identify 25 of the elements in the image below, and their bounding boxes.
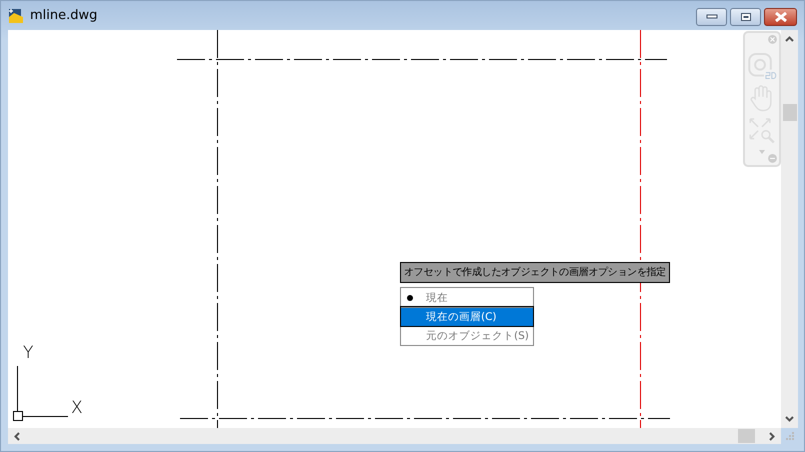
dropdown-arrow-icon[interactable]	[759, 150, 765, 154]
maximize-button[interactable]	[730, 8, 761, 26]
axis-label: Y	[23, 344, 34, 362]
maximize-icon	[740, 12, 752, 22]
scroll-right-icon[interactable]	[769, 432, 775, 440]
app-icon	[8, 8, 24, 24]
close-icon	[774, 12, 788, 22]
scroll-thumb[interactable]	[782, 104, 796, 121]
window-title: mline.dwg	[30, 8, 98, 23]
horizontal-scrollbar[interactable]	[8, 428, 781, 444]
minimize-icon[interactable]	[768, 154, 777, 163]
close-button[interactable]	[764, 8, 797, 26]
minimize-icon	[706, 14, 718, 20]
resize-grip-icon[interactable]	[786, 432, 794, 440]
menu-item[interactable]: 現在の画層(C)	[401, 307, 533, 326]
tooltip: オフセットで作成したオブジェクトの画層オプションを指定	[400, 262, 670, 283]
scroll-thumb[interactable]	[738, 429, 755, 443]
axis-label: X	[71, 399, 83, 417]
minimize-button[interactable]	[696, 8, 727, 26]
ucs-axes-drawing	[13, 366, 68, 421]
scroll-down-icon[interactable]	[785, 416, 794, 422]
vertical-scrollbar[interactable]	[781, 30, 798, 428]
scroll-left-icon[interactable]	[14, 432, 20, 440]
scroll-up-icon[interactable]	[785, 36, 794, 42]
close-icon[interactable]	[768, 35, 777, 44]
